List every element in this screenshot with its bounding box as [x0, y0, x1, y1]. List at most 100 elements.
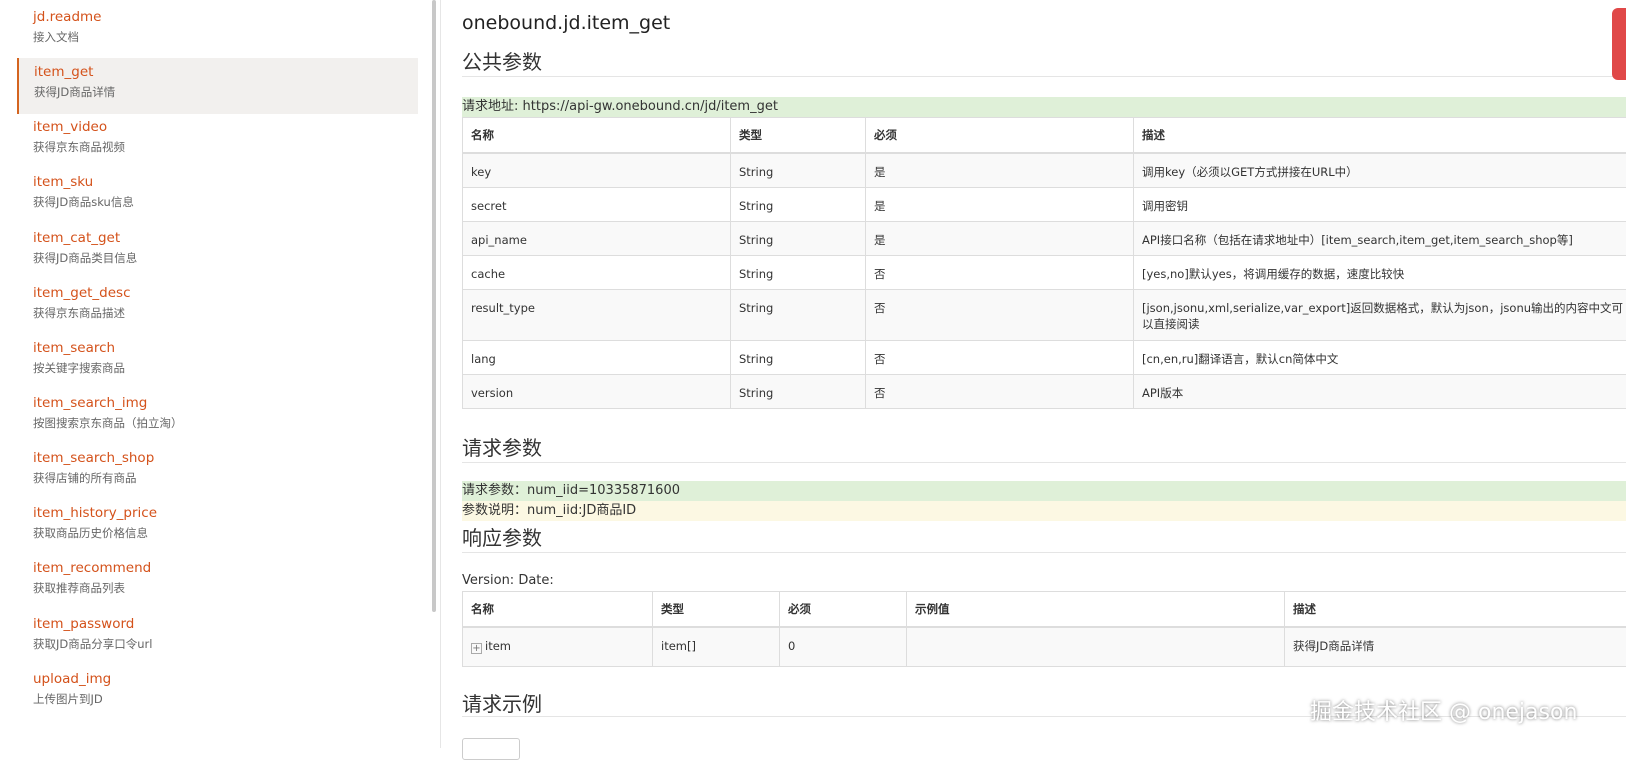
column-header-desc: 描述 — [1134, 118, 1626, 154]
cell-required: 否 — [866, 374, 1134, 408]
response-params-heading: 响应参数 — [462, 522, 542, 551]
sidebar-scrollbar[interactable] — [432, 0, 436, 612]
sidebar: jd.readme 接入文档 item_get 获得JD商品详情 item_vi… — [0, 0, 430, 748]
sidebar-item-name: item_get_desc — [33, 285, 131, 301]
product-thumbnail — [1612, 8, 1626, 80]
sidebar-item-item-search-shop[interactable]: item_search_shop 获得店铺的所有商品 — [17, 444, 418, 500]
sidebar-item-item-sku[interactable]: item_sku 获得JD商品sku信息 — [17, 168, 418, 224]
request-example-heading: 请求示例 — [462, 688, 542, 717]
sidebar-item-item-recommend[interactable]: item_recommend 获取推荐商品列表 — [17, 554, 418, 610]
expand-plus-icon[interactable]: + — [471, 643, 482, 654]
sidebar-item-item-cat-get[interactable]: item_cat_get 获得JD商品类目信息 — [17, 224, 418, 280]
table-row: key String 是 调用key（必须以GET方式拼接在URL中） — [463, 153, 1626, 187]
cell-required: 否 — [866, 289, 1134, 340]
cell-desc: [json,jsonu,xml,serialize,var_export]返回数… — [1134, 289, 1626, 340]
sidebar-item-desc: 上传图片到JD — [33, 691, 103, 707]
cell-desc: API版本 — [1134, 374, 1626, 408]
table-row: api_name String 是 API接口名称（包括在请求地址中）[item… — [463, 221, 1626, 255]
request-url-bar: 请求地址: https://api-gw.onebound.cn/jd/item… — [462, 97, 1626, 117]
cell-type: String — [731, 255, 866, 289]
sidebar-item-item-history-price[interactable]: item_history_price 获取商品历史价格信息 — [17, 499, 418, 555]
column-header-required: 必须 — [780, 592, 907, 628]
sidebar-item-item-get-desc[interactable]: item_get_desc 获得京东商品描述 — [17, 279, 418, 335]
sidebar-item-desc: 获得京东商品描述 — [33, 305, 125, 321]
sidebar-item-name: item_history_price — [33, 505, 157, 521]
public-params-heading: 公共参数 — [462, 46, 542, 75]
sidebar-item-name: item_video — [33, 119, 107, 135]
example-language-tab[interactable] — [462, 738, 520, 760]
table-row: +item item[] 0 获得JD商品详情 — [463, 627, 1626, 666]
sidebar-item-name: jd.readme — [33, 9, 101, 25]
version-date-label: Version: Date: — [462, 573, 554, 588]
cell-type: String — [731, 289, 866, 340]
sidebar-item-name: item_get — [34, 64, 93, 80]
response-params-table: 名称 类型 必须 示例值 描述 +item item[] 0 获得JD商品详情 — [462, 591, 1626, 667]
watermark: 掘金技术社区 @ onejason — [1310, 694, 1577, 726]
cell-example — [907, 627, 1285, 666]
table-row: lang String 否 [cn,en,ru]翻译语言，默认cn简体中文 — [463, 340, 1626, 374]
cell-type: String — [731, 153, 866, 187]
sidebar-item-desc: 按关键字搜索商品 — [33, 360, 125, 376]
cell-type: String — [731, 187, 866, 221]
sidebar-item-item-get[interactable]: item_get 获得JD商品详情 — [17, 58, 418, 114]
sidebar-item-desc: 获取推荐商品列表 — [33, 580, 125, 596]
sidebar-item-desc: 获得京东商品视频 — [33, 139, 125, 155]
section-divider — [462, 76, 1626, 77]
column-header-type: 类型 — [731, 118, 866, 154]
cell-type: String — [731, 221, 866, 255]
cell-name-text: item — [485, 639, 511, 653]
cell-desc: 调用key（必须以GET方式拼接在URL中） — [1134, 153, 1626, 187]
cell-name: secret — [463, 187, 731, 221]
sidebar-item-desc: 获得店铺的所有商品 — [33, 470, 137, 486]
section-divider — [462, 552, 1626, 553]
cell-type: String — [731, 374, 866, 408]
sidebar-item-name: item_search_shop — [33, 450, 154, 466]
sidebar-item-item-search[interactable]: item_search 按关键字搜索商品 — [17, 334, 418, 390]
table-row: secret String 是 调用密钥 — [463, 187, 1626, 221]
cell-name: key — [463, 153, 731, 187]
sidebar-item-item-password[interactable]: item_password 获取JD商品分享口令url — [17, 610, 418, 666]
cell-name: lang — [463, 340, 731, 374]
table-row: version String 否 API版本 — [463, 374, 1626, 408]
column-header-required: 必须 — [866, 118, 1134, 154]
cell-desc: [cn,en,ru]翻译语言，默认cn简体中文 — [1134, 340, 1626, 374]
cell-required: 0 — [780, 627, 907, 666]
sidebar-item-upload-img[interactable]: upload_img 上传图片到JD — [17, 665, 418, 721]
sidebar-item-name: item_search — [33, 340, 115, 356]
sidebar-item-item-search-img[interactable]: item_search_img 按图搜索京东商品（拍立淘） — [17, 389, 418, 445]
cell-desc: 获得JD商品详情 — [1285, 627, 1626, 666]
sidebar-item-name: item_recommend — [33, 560, 151, 576]
cell-required: 否 — [866, 255, 1134, 289]
sidebar-item-name: item_search_img — [33, 395, 147, 411]
param-explain-bar: 参数说明：num_iid:JD商品ID — [462, 501, 1626, 521]
sidebar-item-desc: 获得JD商品类目信息 — [33, 250, 137, 266]
cell-type: item[] — [653, 627, 780, 666]
sidebar-item-name: upload_img — [33, 671, 111, 687]
cell-required: 是 — [866, 221, 1134, 255]
column-header-desc: 描述 — [1285, 592, 1626, 628]
column-header-name: 名称 — [463, 118, 731, 154]
sidebar-item-jd-readme[interactable]: jd.readme 接入文档 — [17, 3, 418, 59]
sidebar-item-desc: 接入文档 — [33, 29, 79, 45]
main-content: onebound.jd.item_get 公共参数 请求地址: https://… — [462, 0, 1626, 748]
column-header-example: 示例值 — [907, 592, 1285, 628]
sidebar-item-item-video[interactable]: item_video 获得京东商品视频 — [17, 113, 418, 169]
request-params-heading: 请求参数 — [462, 432, 542, 461]
section-divider — [462, 462, 1626, 463]
table-header-row: 名称 类型 必须 示例值 描述 — [463, 592, 1626, 628]
table-row: cache String 否 [yes,no]默认yes，将调用缓存的数据，速度… — [463, 255, 1626, 289]
cell-name: +item — [463, 627, 653, 666]
sidebar-item-name: item_sku — [33, 174, 93, 190]
sidebar-item-name: item_cat_get — [33, 230, 120, 246]
column-header-type: 类型 — [653, 592, 780, 628]
sidebar-divider — [440, 0, 441, 748]
public-params-table: 名称 类型 必须 描述 key String 是 调用key（必须以GET方式拼… — [462, 117, 1626, 409]
cell-name: api_name — [463, 221, 731, 255]
cell-type: String — [731, 340, 866, 374]
cell-desc: [yes,no]默认yes，将调用缓存的数据，速度比较快 — [1134, 255, 1626, 289]
cell-desc: API接口名称（包括在请求地址中）[item_search,item_get,i… — [1134, 221, 1626, 255]
cell-required: 是 — [866, 153, 1134, 187]
cell-name: result_type — [463, 289, 731, 340]
cell-name: version — [463, 374, 731, 408]
sidebar-item-desc: 获取商品历史价格信息 — [33, 525, 148, 541]
